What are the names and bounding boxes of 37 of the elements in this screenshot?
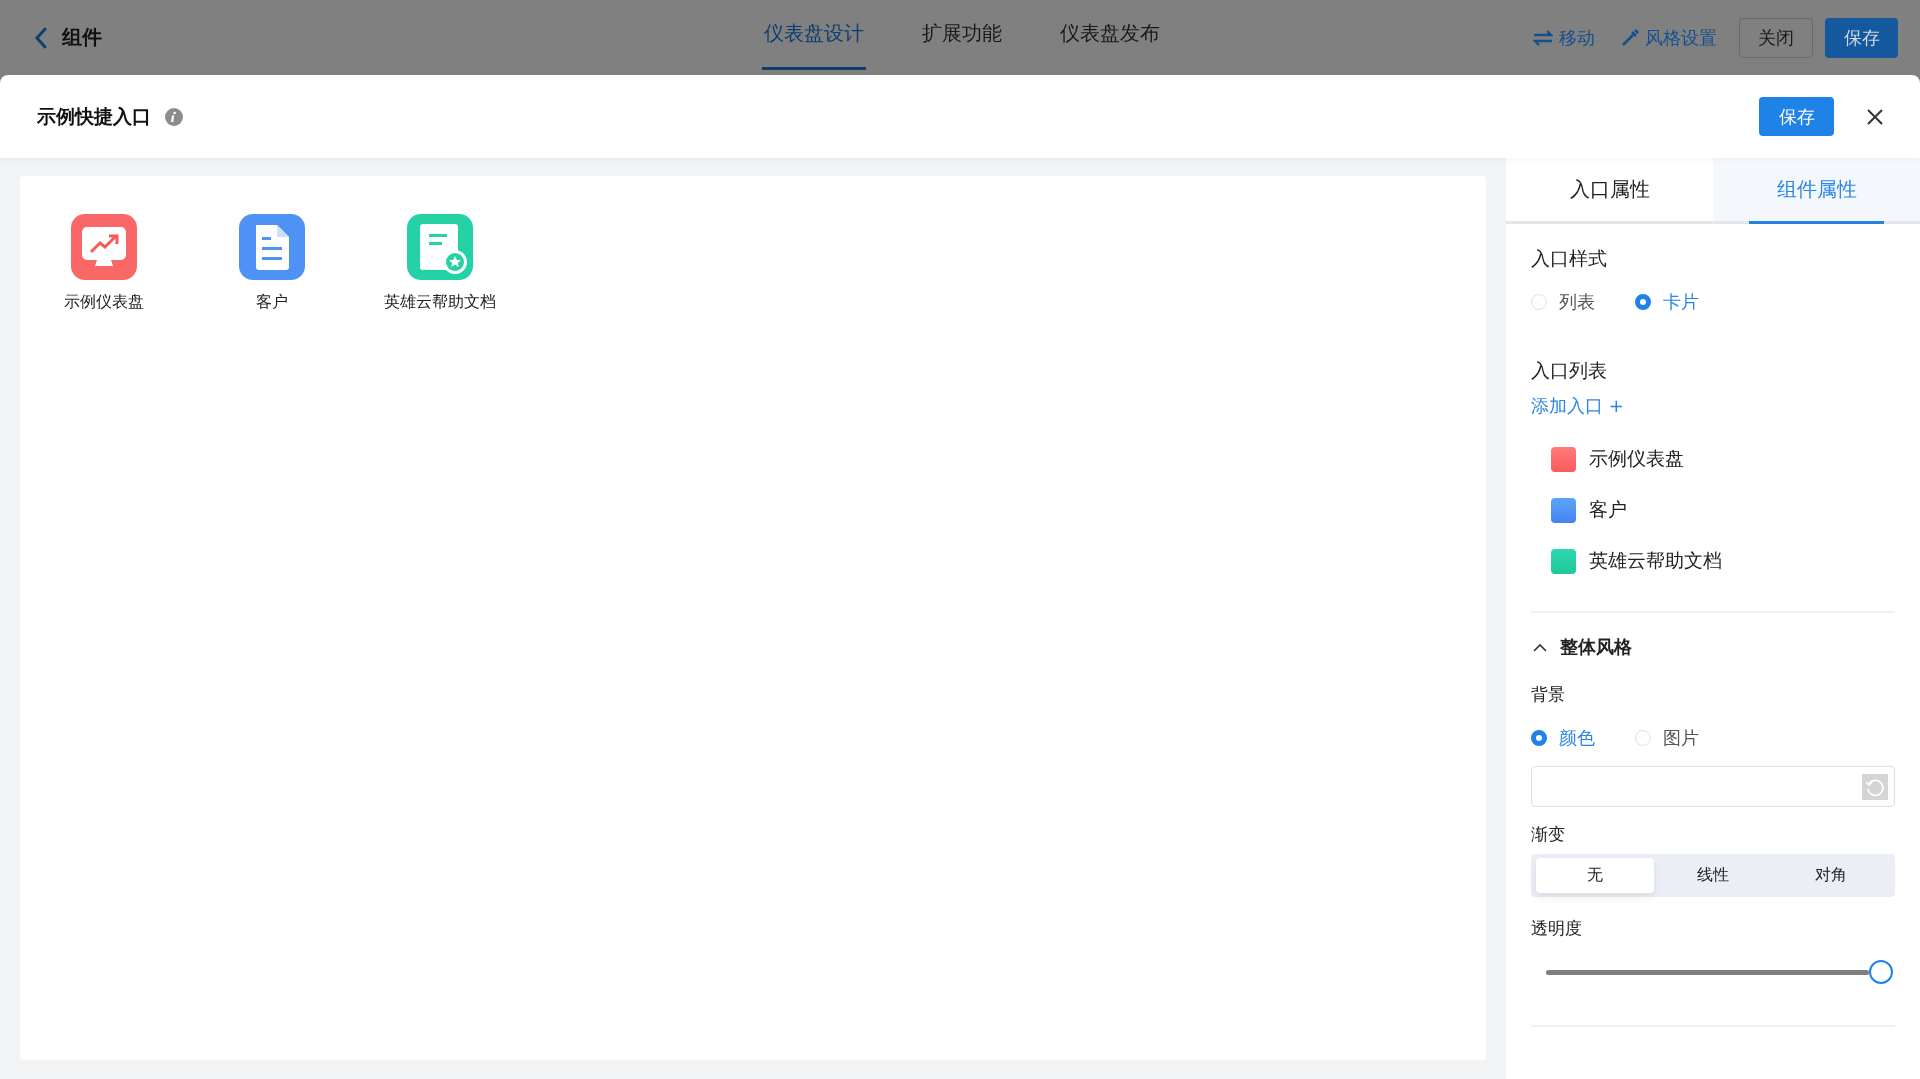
close-icon[interactable] bbox=[1866, 107, 1884, 126]
entry-label: 客户 bbox=[256, 292, 288, 313]
entry-list-item[interactable]: 英雄云帮助文档 bbox=[1551, 547, 1722, 575]
top-tab[interactable]: 仪表盘发布 bbox=[1058, 0, 1162, 70]
radio-option[interactable]: 图片 bbox=[1635, 726, 1699, 750]
entry-label: 示例仪表盘 bbox=[64, 292, 144, 313]
close-button[interactable]: 关闭 bbox=[1739, 17, 1813, 58]
info-icon[interactable] bbox=[165, 107, 183, 126]
top-tab[interactable]: 扩展功能 bbox=[920, 0, 1004, 70]
magic-wand-icon bbox=[1621, 28, 1639, 47]
panel-tab[interactable]: 组件属性 bbox=[1713, 158, 1920, 221]
radio-option[interactable]: 卡片 bbox=[1635, 290, 1699, 314]
slider-handle[interactable] bbox=[1869, 960, 1893, 984]
save-button[interactable]: 保存 bbox=[1759, 97, 1834, 136]
back-button[interactable]: 组件 bbox=[34, 24, 102, 51]
dialog-title: 示例快捷入口 bbox=[37, 103, 151, 129]
segment-option[interactable]: 线性 bbox=[1654, 858, 1772, 893]
field-label: 渐变 bbox=[1531, 823, 1565, 846]
section-label: 入口列表 bbox=[1531, 358, 1607, 383]
field-label: 背景 bbox=[1531, 683, 1565, 706]
panel-tab[interactable]: 入口属性 bbox=[1506, 158, 1713, 221]
color-field[interactable] bbox=[1531, 766, 1895, 807]
segment-option[interactable]: 对角 bbox=[1772, 858, 1890, 893]
entry-list-item[interactable]: 客户 bbox=[1551, 496, 1722, 524]
entry-label: 英雄云帮助文档 bbox=[384, 292, 496, 313]
add-entry-link[interactable]: 添加入口 + bbox=[1531, 394, 1624, 418]
field-label: 透明度 bbox=[1531, 917, 1582, 940]
section-toggle[interactable]: 整体风格 bbox=[1531, 635, 1632, 659]
entry-list-item[interactable]: 示例仪表盘 bbox=[1551, 445, 1722, 473]
radio-option[interactable]: 列表 bbox=[1531, 290, 1595, 314]
top-tab[interactable]: 仪表盘设计 bbox=[762, 0, 866, 70]
chevron-icon bbox=[1533, 642, 1547, 652]
swap-arrows-icon bbox=[1533, 29, 1553, 46]
save-button[interactable]: 保存 bbox=[1825, 17, 1898, 58]
section-label: 入口样式 bbox=[1531, 246, 1607, 271]
segment-option[interactable]: 无 bbox=[1536, 858, 1654, 893]
radio-option[interactable]: 颜色 bbox=[1531, 726, 1595, 750]
